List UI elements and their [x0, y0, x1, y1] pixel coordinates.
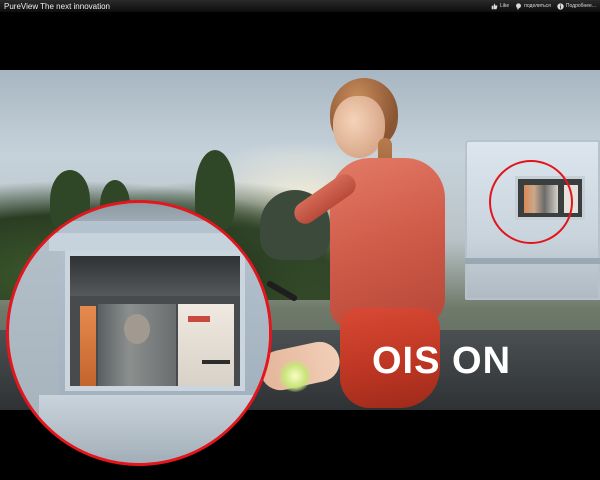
more-info-button[interactable]: Подробнее...: [557, 2, 596, 10]
magnified-sign-slot: [202, 360, 230, 364]
magnified-orange-panel: [80, 306, 96, 386]
magnified-trailer-base: [39, 395, 269, 455]
ois-caption: OIS ON: [372, 340, 512, 382]
magnified-sign-red-mark: [188, 316, 210, 322]
magnified-figure-head: [124, 314, 150, 344]
magnified-figure: [98, 304, 176, 386]
share-icon: [516, 2, 522, 10]
thumbs-up-icon: [491, 3, 498, 9]
share-button[interactable]: поделиться: [515, 2, 551, 10]
like-label: Like: [499, 3, 510, 9]
lens-flare: [279, 360, 311, 392]
magnified-window: [65, 251, 245, 391]
info-icon: [557, 2, 564, 10]
player-actions: Like поделиться Подробнее...: [491, 2, 596, 10]
magnified-sign: [178, 304, 234, 386]
player-top-bar: PureView The next innovation Like подели…: [0, 0, 600, 12]
share-label: поделиться: [524, 3, 551, 9]
more-info-label: Подробнее...: [565, 3, 596, 9]
zoom-target-circle: [489, 160, 573, 244]
video-title[interactable]: PureView The next innovation: [4, 2, 110, 11]
like-button[interactable]: Like: [491, 3, 509, 10]
video-player[interactable]: PureView The next innovation Like подели…: [0, 0, 600, 480]
magnified-window-shade: [70, 256, 240, 296]
magnified-trailer-top: [49, 233, 249, 251]
trailer-stripe: [465, 258, 600, 264]
zoom-magnifier-circle: [6, 200, 272, 466]
